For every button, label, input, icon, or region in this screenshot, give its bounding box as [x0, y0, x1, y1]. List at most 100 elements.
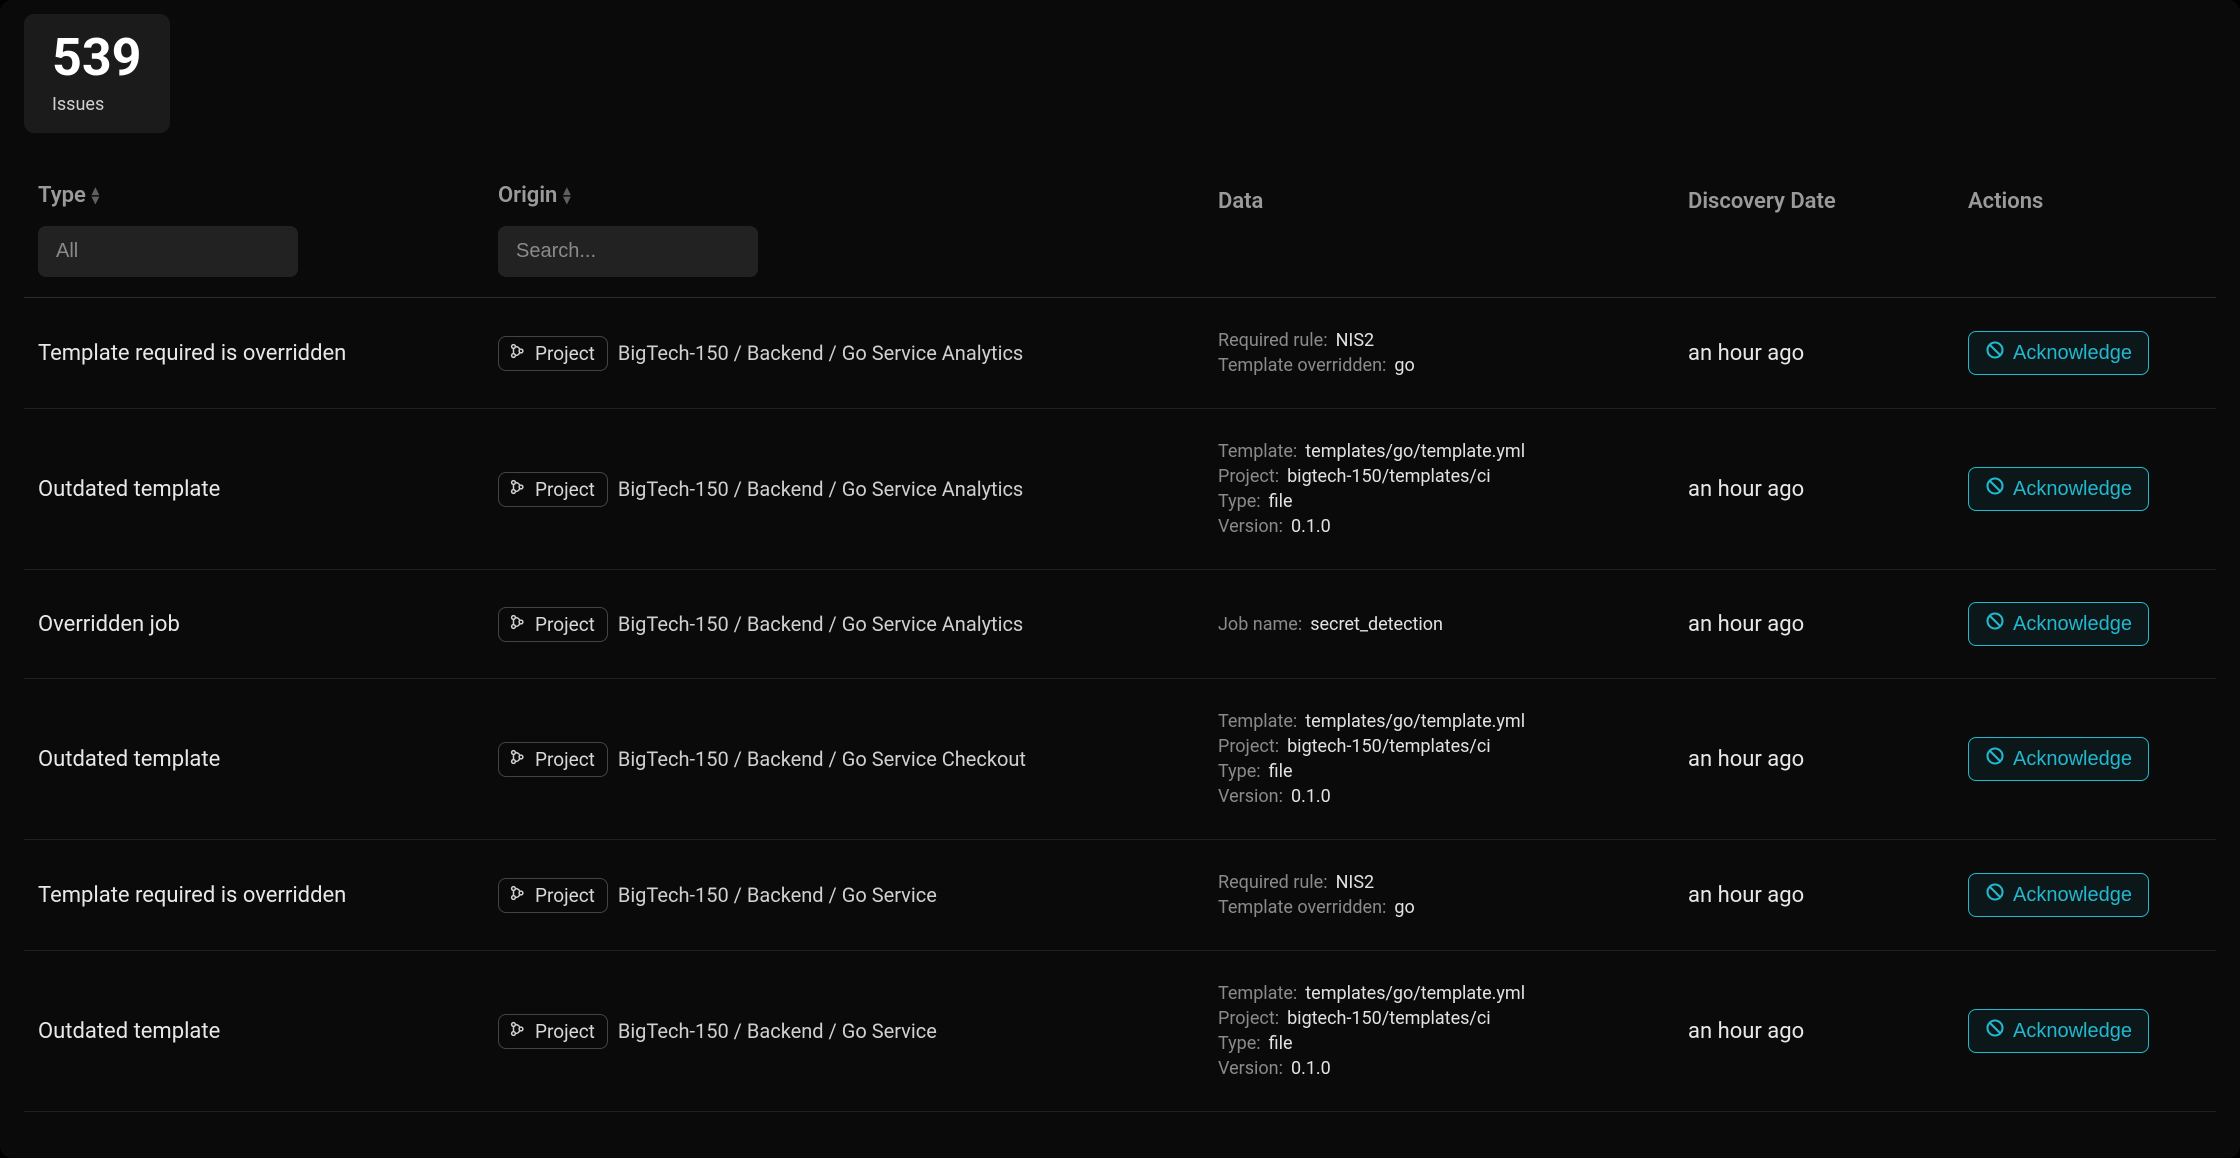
project-chip[interactable]: Project — [498, 1014, 608, 1049]
data-value: bigtech-150/templates/ci — [1287, 466, 1491, 487]
data-key: Template: — [1218, 441, 1297, 462]
data-kv: Version:0.1.0 — [1218, 516, 1688, 537]
origin-filter-input[interactable] — [498, 226, 758, 277]
acknowledge-label: Acknowledge — [2013, 1020, 2132, 1043]
ban-icon — [1985, 476, 2005, 502]
actions-cell: Acknowledge — [1968, 467, 2202, 511]
issue-data: Template:templates/go/template.ymlProjec… — [1218, 441, 1688, 537]
data-key: Template overridden: — [1218, 897, 1386, 918]
issue-origin: Project BigTech-150 / Backend / Go Servic… — [498, 742, 1218, 777]
issue-data: Template: templates/go/template.yml Projec… — [1218, 983, 1688, 1079]
ban-icon — [1985, 340, 2005, 366]
issue-type: Template required is overridden — [38, 341, 498, 366]
ban-icon — [1985, 882, 2005, 908]
data-kv: Required rule: NIS2 — [1218, 872, 1688, 893]
project-chip-label: Project — [535, 1020, 595, 1043]
origin-path[interactable]: BigTech-150 / Backend / Go Service Analy… — [618, 477, 1023, 501]
acknowledge-button[interactable]: Acknowledge — [1968, 331, 2149, 375]
data-value: file — [1269, 1033, 1293, 1054]
ban-icon — [1985, 1018, 2005, 1044]
type-filter-input[interactable] — [38, 226, 298, 277]
data-value: templates/go/template.yml — [1305, 711, 1525, 732]
issue-origin: Project BigTech-150 / Backend / Go Servic… — [498, 878, 1218, 913]
data-key: Type: — [1218, 761, 1261, 782]
data-kv: Job name: secret_detection — [1218, 614, 1688, 635]
issues-count: 539 — [52, 32, 142, 84]
project-chip[interactable]: Project — [498, 472, 608, 507]
data-kv: Template overridden:go — [1218, 355, 1688, 376]
col-origin-header: Origin ▴▾ — [498, 183, 1218, 277]
data-key: Type: — [1218, 491, 1261, 512]
data-value: go — [1394, 897, 1414, 918]
project-chip[interactable]: Project — [498, 607, 608, 642]
issues-label: Issues — [52, 94, 142, 115]
data-key: Required rule: — [1218, 330, 1328, 351]
data-kv: Type: file — [1218, 491, 1688, 512]
data-key: Version: — [1218, 516, 1283, 537]
issue-origin: Project BigTech-150 / Backend / Go Servic… — [498, 607, 1218, 642]
project-icon — [509, 342, 527, 365]
data-value: file — [1269, 491, 1293, 512]
data-value: secret_detection — [1310, 614, 1443, 635]
data-kv: Template: templates/go/template.yml — [1218, 983, 1688, 1004]
acknowledge-button[interactable]: Acknowledge — [1968, 873, 2149, 917]
data-key: Template: — [1218, 983, 1297, 1004]
table-body: Template required is overridden Project B… — [24, 298, 2216, 1112]
data-key: Project: — [1218, 736, 1279, 757]
discovery-date: an hour ago — [1688, 341, 1968, 366]
data-kv: Type: file — [1218, 761, 1688, 782]
acknowledge-button[interactable]: Acknowledge — [1968, 737, 2149, 781]
acknowledge-label: Acknowledge — [2013, 342, 2132, 365]
project-icon — [509, 613, 527, 636]
table-row: Outdated template ProjectBigTech-150 / B… — [24, 409, 2216, 570]
acknowledge-button[interactable]: Acknowledge — [1968, 602, 2149, 646]
table-header-row: Type ▴▾ Origin ▴▾ Data Discovery Date Ac… — [24, 183, 2216, 298]
origin-path[interactable]: BigTech-150 / Backend / Go Service — [618, 883, 937, 907]
data-value: file — [1269, 761, 1293, 782]
discovery-date: an hour ago — [1688, 477, 1968, 502]
actions-cell: Acknowledge — [1968, 331, 2202, 375]
origin-path[interactable]: BigTech-150 / Backend / Go Service Analy… — [618, 612, 1023, 636]
project-chip-label: Project — [535, 613, 595, 636]
data-kv: Required rule:NIS2 — [1218, 330, 1688, 351]
sort-by-origin[interactable]: Origin ▴▾ — [498, 183, 1218, 208]
discovery-date: an hour ago — [1688, 1019, 1968, 1044]
project-chip-label: Project — [535, 478, 595, 501]
data-key: Job name: — [1218, 614, 1302, 635]
data-kv: Project:bigtech-150/templates/ci — [1218, 1008, 1688, 1029]
data-kv: Template:templates/go/template.yml — [1218, 711, 1688, 732]
data-kv: Project: bigtech-150/templates/ci — [1218, 736, 1688, 757]
data-key: Version: — [1218, 786, 1283, 807]
ban-icon — [1985, 611, 2005, 637]
data-kv: Version:0.1.0 — [1218, 1058, 1688, 1079]
project-chip[interactable]: Project — [498, 336, 608, 371]
data-key: Template overridden: — [1218, 355, 1386, 376]
col-discovery-label: Discovery Date — [1688, 183, 1968, 214]
origin-path[interactable]: BigTech-150 / Backend / Go Service — [618, 1019, 937, 1043]
data-value: NIS2 — [1336, 872, 1375, 893]
origin-path[interactable]: BigTech-150 / Backend / Go Service Check… — [618, 747, 1026, 771]
project-chip[interactable]: Project — [498, 742, 608, 777]
issue-origin: Project BigTech-150 / Backend / Go Servic… — [498, 336, 1218, 371]
project-chip-label: Project — [535, 342, 595, 365]
acknowledge-button[interactable]: Acknowledge — [1968, 467, 2149, 511]
data-value: 0.1.0 — [1291, 786, 1331, 807]
sort-by-type[interactable]: Type ▴▾ — [38, 183, 498, 208]
sort-icon: ▴▾ — [92, 187, 99, 204]
project-icon — [509, 1020, 527, 1043]
sort-icon: ▴▾ — [563, 187, 570, 204]
project-chip[interactable]: Project — [498, 878, 608, 913]
data-key: Project: — [1218, 466, 1279, 487]
data-key: Required rule: — [1218, 872, 1328, 893]
issue-data: Required rule:NIS2 Template overridden:go — [1218, 330, 1688, 376]
project-icon — [509, 748, 527, 771]
origin-path[interactable]: BigTech-150 / Backend / Go Service Analy… — [618, 341, 1023, 365]
col-actions-label: Actions — [1968, 183, 2202, 214]
issue-data: Template:templates/go/template.yml Projec… — [1218, 711, 1688, 807]
acknowledge-label: Acknowledge — [2013, 884, 2132, 907]
acknowledge-button[interactable]: Acknowledge — [1968, 1009, 2149, 1053]
data-value: bigtech-150/templates/ci — [1287, 1008, 1491, 1029]
data-value: bigtech-150/templates/ci — [1287, 736, 1491, 757]
project-chip-label: Project — [535, 884, 595, 907]
data-value: templates/go/template.yml — [1305, 983, 1525, 1004]
